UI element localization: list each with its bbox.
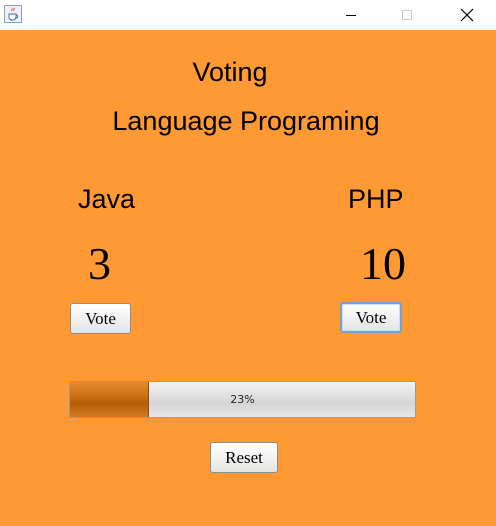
page-title: Voting <box>192 57 268 87</box>
php-vote-count: 10 <box>360 238 406 289</box>
voting-panel: Voting Language Programing Java PHP 3 10… <box>0 30 496 526</box>
progress-label: 23% <box>230 393 255 406</box>
java-label: Java <box>78 184 136 214</box>
reset-button[interactable]: Reset <box>210 442 278 473</box>
vote-share-progress-bar: 23% <box>69 381 416 418</box>
close-button[interactable] <box>444 0 490 30</box>
java-cup-icon[interactable] <box>4 5 22 23</box>
vote-php-button[interactable]: Vote <box>340 302 402 333</box>
close-icon <box>460 8 474 22</box>
page-subtitle: Language Programing <box>112 106 380 136</box>
title-bar <box>0 0 496 30</box>
minimize-icon <box>346 15 356 16</box>
maximize-icon <box>402 10 412 20</box>
minimize-button[interactable] <box>328 0 374 30</box>
php-label: PHP <box>348 184 404 214</box>
vote-java-button[interactable]: Vote <box>70 303 131 334</box>
java-vote-count: 3 <box>88 238 111 289</box>
maximize-button[interactable] <box>384 0 430 30</box>
